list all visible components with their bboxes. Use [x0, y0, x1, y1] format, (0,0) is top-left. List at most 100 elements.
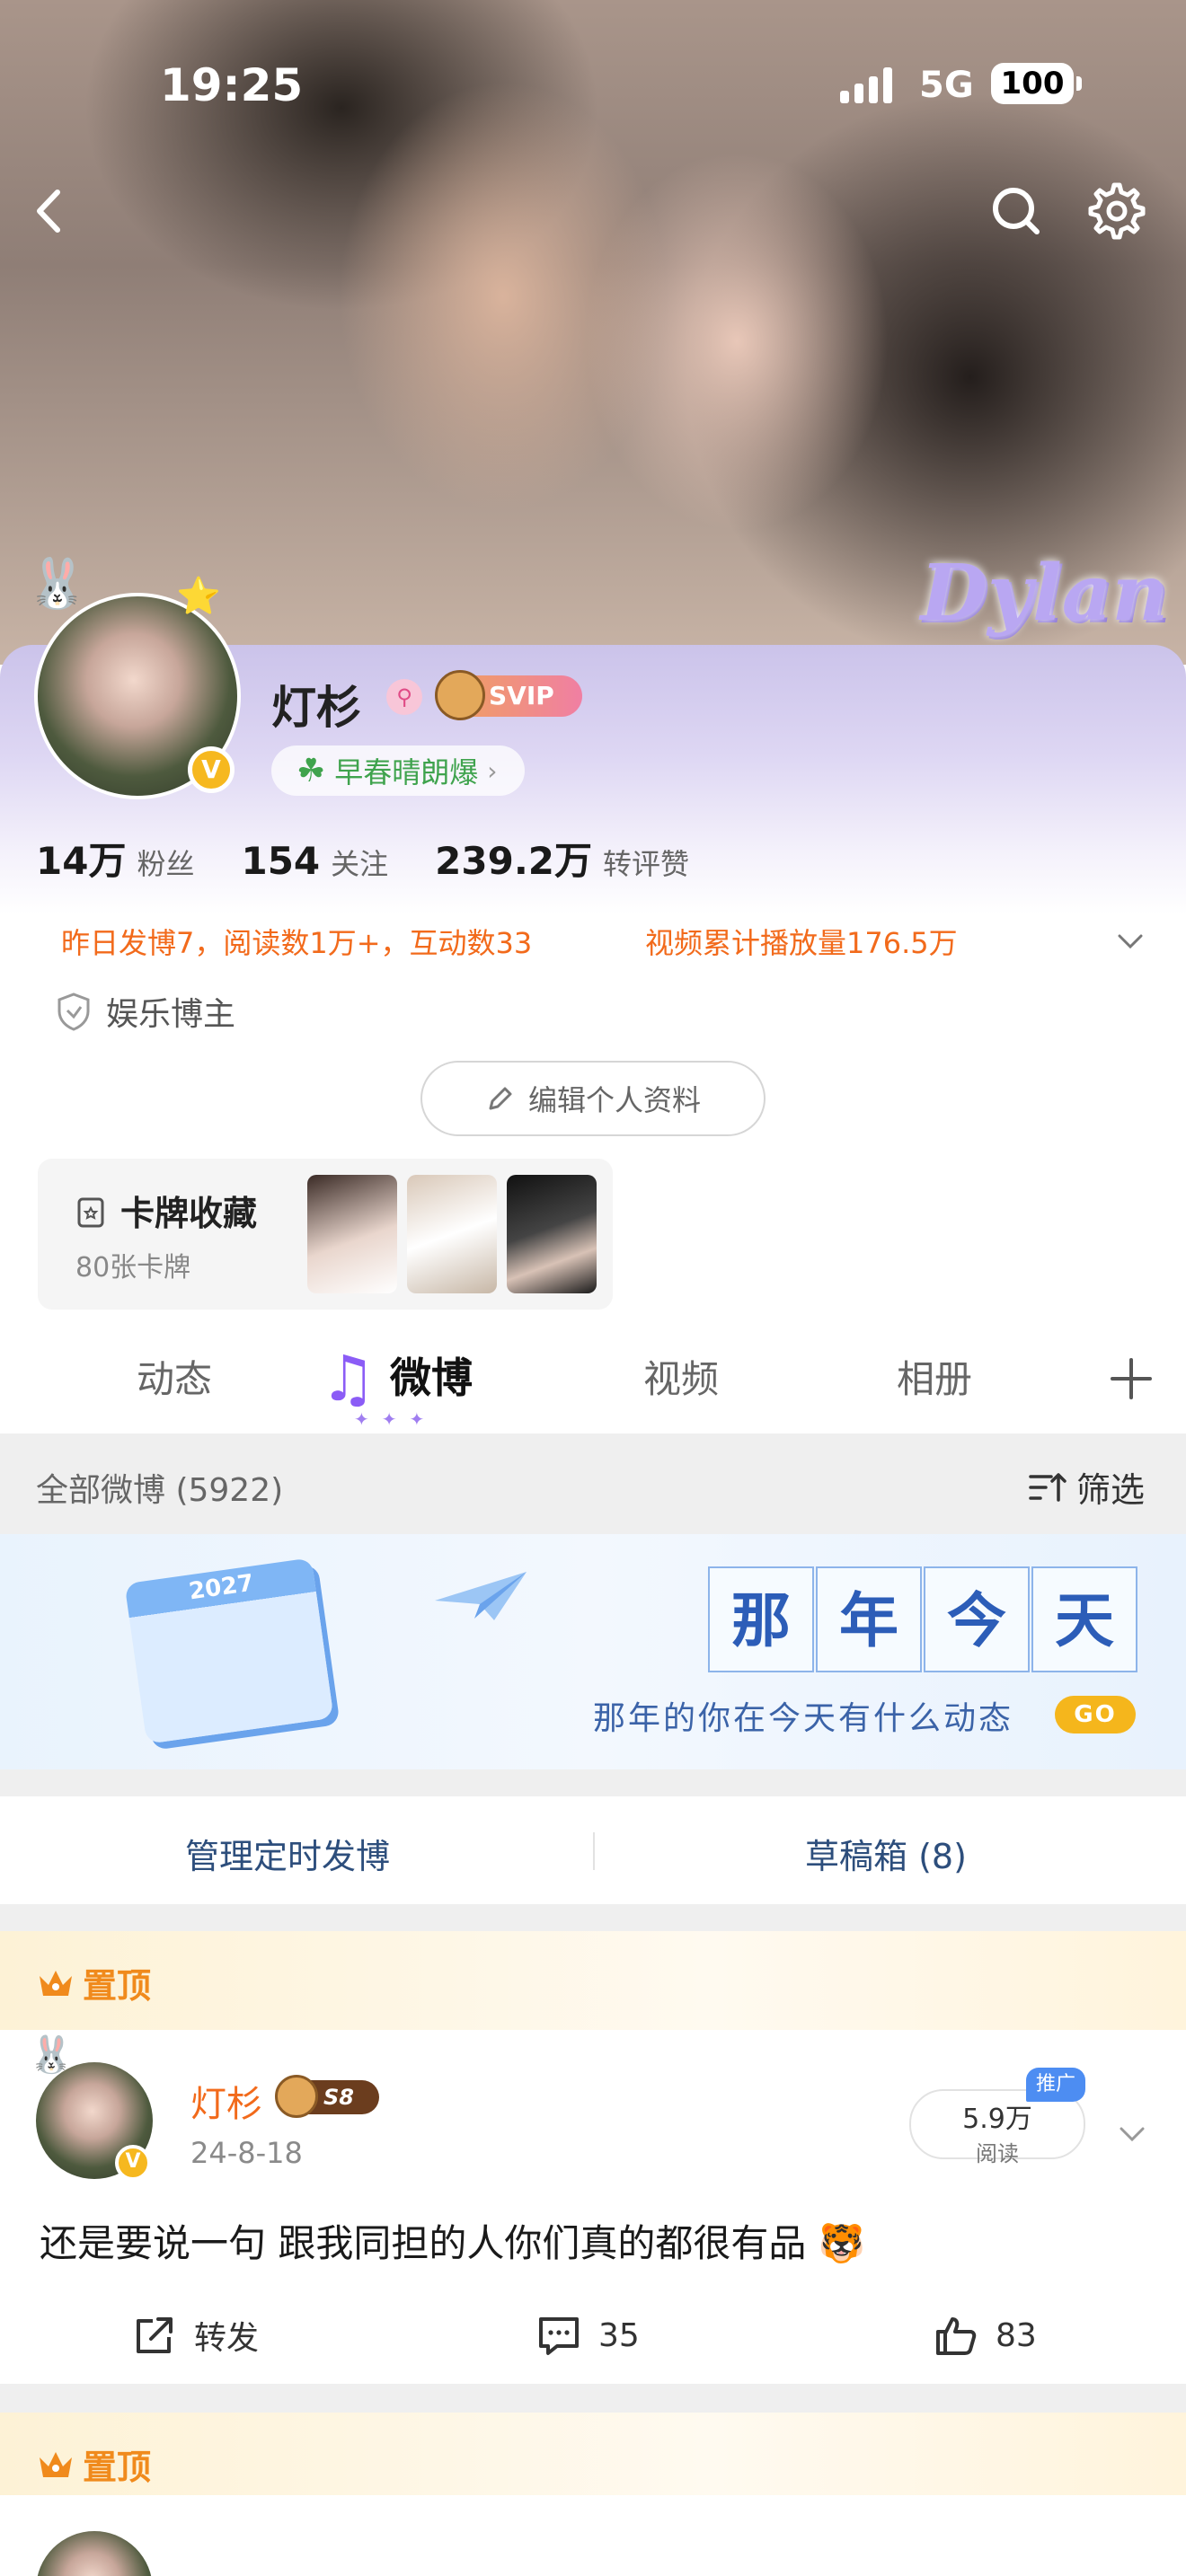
back-button[interactable]: [18, 180, 81, 243]
tab-album[interactable]: 相册: [897, 1349, 972, 1404]
battery-icon: 100: [991, 63, 1082, 104]
stat-label: 关注: [331, 847, 389, 881]
post-level: S8: [323, 2085, 354, 2110]
search-icon: [993, 188, 1040, 234]
membership-label: SVIP: [489, 681, 554, 710]
pencil-icon: [489, 1087, 512, 1110]
like-count: 83: [996, 2316, 1037, 2354]
filter-button[interactable]: 筛选: [1028, 1462, 1145, 1512]
profile-stats: 14万 粉丝 154 关注 239.2万 转评赞: [36, 831, 736, 886]
membership-badge[interactable]: SVIP: [435, 670, 582, 720]
post-text: 还是要说一句 跟我同担的人你们真的都很有品 🐯: [40, 2213, 865, 2268]
divider: [0, 2384, 1186, 2413]
paper-plane-icon: [435, 1572, 527, 1620]
post-text-body: 还是要说一句 跟我同担的人你们真的都很有品: [40, 2221, 807, 2265]
feed-count: 全部微博 (5922): [36, 1472, 284, 1509]
crown-icon: [40, 2451, 72, 2477]
profile-tabs: 动态 ♫ 微博 ✦✦✦ 视频 相册: [0, 1329, 1186, 1430]
signal-icon: [840, 67, 892, 103]
pinned-label: 置顶: [36, 1958, 151, 2007]
stat-number: 14万: [36, 839, 127, 883]
memory-subtitle: 那年的你在今天有什么动态: [593, 1700, 1014, 1737]
stat-followers[interactable]: 14万 粉丝: [36, 831, 194, 886]
profile-name: 灯杉: [271, 682, 361, 734]
repost-label: 转发: [194, 2320, 260, 2357]
crown-icon: [40, 1970, 72, 1996]
calendar-year: 2027: [187, 1569, 256, 1606]
verified-badge: V: [188, 746, 235, 793]
share-icon: [137, 2317, 173, 2353]
like-button[interactable]: 83: [933, 2312, 1037, 2359]
memory-title-char: 那: [708, 1566, 814, 1672]
promote-badge[interactable]: 推广: [1026, 2068, 1085, 2102]
thumbs-up-icon: [936, 2317, 977, 2355]
stat-number: 154: [241, 839, 321, 883]
memory-title-char: 年: [816, 1566, 922, 1672]
comment-count: 35: [598, 2316, 640, 2354]
chevron-down-icon[interactable]: [1116, 2118, 1148, 2150]
search-button[interactable]: [985, 180, 1048, 243]
card-collection-count: 80张卡牌: [75, 1252, 191, 1284]
post-author[interactable]: 灯杉: [190, 2075, 262, 2127]
memory-title-char: 天: [1031, 1566, 1137, 1672]
video-summary[interactable]: 视频累计播放量176.5万: [645, 921, 958, 962]
verified-badge: V: [115, 2145, 151, 2181]
avatar-bunny-icon: 🐰: [27, 555, 88, 612]
post-date: 24-8-18: [190, 2136, 303, 2170]
stat-likes[interactable]: 239.2万 转评赞: [435, 831, 689, 886]
chevron-left-icon: [37, 190, 60, 233]
card-icon: [77, 1197, 104, 1227]
card-thumb[interactable]: [507, 1175, 597, 1293]
post-actions: 转发 35 83: [0, 2299, 1186, 2371]
music-note-icon: ♫: [320, 1342, 376, 1416]
comment-button[interactable]: 35: [535, 2312, 640, 2359]
memory-banner[interactable]: 2027 那 年 今 天 那年的你在今天有什么动态 GO: [0, 1534, 1186, 1769]
add-tab-icon[interactable]: [1109, 1356, 1154, 1401]
clover-icon: ☘: [296, 752, 326, 790]
filter-label: 筛选: [1075, 1470, 1145, 1510]
stat-label: 粉丝: [137, 847, 195, 881]
pinned-text: 置顶: [83, 2448, 152, 2487]
post-card[interactable]: [0, 2495, 1186, 2576]
avatar-star-icon: ⭐: [176, 576, 221, 617]
card-collection-label: 卡牌收藏: [120, 1194, 258, 1233]
calendar-icon: 2027: [124, 1557, 334, 1744]
drafts-button[interactable]: 草稿箱 (8): [805, 1829, 967, 1878]
card-collection[interactable]: 卡牌收藏 80张卡牌: [38, 1159, 613, 1310]
category-tag[interactable]: 娱乐博主: [56, 988, 235, 1035]
status-bar: 19:25 5G 100: [0, 54, 1186, 117]
card-thumb[interactable]: [407, 1175, 497, 1293]
post-level-badge: S8: [275, 2075, 379, 2118]
scheduled-posts-button[interactable]: 管理定时发博: [185, 1829, 390, 1878]
shield-icon: [58, 992, 90, 1031]
memory-title-char: 今: [924, 1566, 1030, 1672]
memory-title: 那 年 今 天: [708, 1566, 1139, 1672]
filter-icon: [1029, 1472, 1067, 1502]
search-badge-icon[interactable]: ⚲: [386, 679, 422, 715]
divider: [593, 1832, 595, 1870]
settings-button[interactable]: [1085, 180, 1148, 243]
tab-weibo[interactable]: 微博: [390, 1345, 473, 1405]
card-collection-title: 卡牌收藏: [74, 1186, 257, 1235]
card-thumb[interactable]: [307, 1175, 397, 1293]
cookie-icon: [435, 670, 485, 720]
tab-dynamics[interactable]: 动态: [137, 1349, 212, 1404]
post-card[interactable]: 🐰 V 灯杉 S8 24-8-18 5.9万 阅读 推广 还是要说一句 跟我同担…: [0, 2030, 1186, 2380]
go-button[interactable]: GO: [1055, 1696, 1136, 1734]
stat-number: 239.2万: [435, 839, 593, 883]
stat-label: 转评赞: [603, 847, 690, 881]
stat-following[interactable]: 154 关注: [241, 839, 388, 883]
chevron-down-icon[interactable]: [1114, 925, 1146, 957]
edit-profile-button[interactable]: 编辑个人资料: [420, 1061, 766, 1136]
network-type: 5G: [919, 65, 974, 106]
activity-summary[interactable]: 昨日发博7，阅读数1万+，互动数33: [61, 921, 532, 962]
title-chip[interactable]: ☘ 早春晴朗爆 ›: [271, 745, 525, 796]
post-management-bar: 管理定时发博 草稿箱 (8): [0, 1796, 1186, 1904]
category-tag-label: 娱乐博主: [106, 996, 236, 1033]
tab-indicator: ✦✦✦: [354, 1408, 438, 1430]
tab-video[interactable]: 视频: [643, 1349, 719, 1404]
feed-header: 全部微博 (5922) 筛选: [0, 1434, 1186, 1534]
post-avatar[interactable]: [36, 2531, 153, 2576]
gear-icon: [1088, 182, 1146, 240]
repost-button[interactable]: 转发: [131, 2312, 259, 2359]
